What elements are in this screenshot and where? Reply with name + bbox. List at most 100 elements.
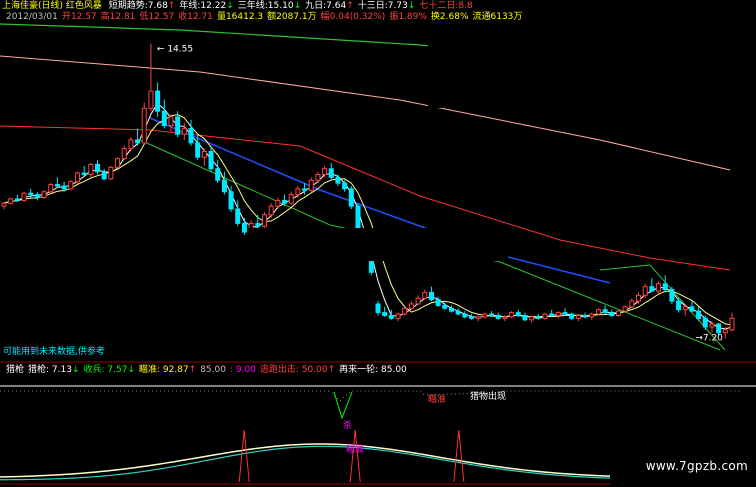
candle-body: [609, 312, 615, 316]
candle-body: [95, 163, 101, 173]
candle-body: [74, 172, 80, 183]
oscillator-peak: [349, 429, 361, 483]
candle-body: [388, 314, 394, 319]
indicator-header: 猎枪 猎枪: 7.13↓ 收兵: 7.57↓ 瞄准: 92.87↑ 85.00: 9.0…: [2, 365, 407, 376]
candle-body: [642, 286, 648, 296]
candle-body: [342, 182, 348, 190]
ind-row-value: 收兵: 7.57: [83, 365, 128, 375]
candle-body: [422, 291, 428, 299]
row1-item: 短期趋势:7.68↑: [109, 1, 176, 11]
chart-title: 上海佳豪(日线) 红色风暴: [2, 1, 102, 11]
row2-item: 振1.89%: [389, 12, 427, 22]
row2-value: 高12.81: [100, 12, 136, 22]
row1-value: 年线:12.22: [179, 1, 227, 11]
candle-body: [495, 314, 501, 319]
candle-body: [475, 316, 481, 319]
row2-item: 收12.71: [178, 12, 213, 22]
kill-label: 杀: [343, 419, 352, 431]
candle-body: [615, 310, 621, 316]
trend-arrow-icon: ↑: [327, 365, 336, 375]
candle-body: [8, 198, 14, 204]
candle-body: [188, 127, 194, 144]
row2-item: 流通6133万: [473, 12, 523, 22]
candle-body: [622, 306, 628, 312]
watermark: www.7gpzb.com: [645, 459, 748, 473]
candle-body: [589, 313, 595, 318]
trend-arrow-icon: ↑: [346, 1, 354, 11]
candle-body: [155, 90, 161, 112]
candle-body: [455, 310, 461, 315]
prey-label: 猎物出现: [470, 390, 506, 402]
candle-body: [555, 312, 561, 316]
trend-arrow-icon: ↓: [407, 1, 416, 11]
row2-value: 开12.57: [61, 12, 97, 22]
candle-body: [529, 316, 535, 321]
candle-body: [275, 199, 281, 207]
candle-body: [375, 303, 381, 314]
candle-body: [629, 300, 635, 308]
redaction-block-middle: [248, 228, 508, 261]
candle-body: [81, 172, 87, 175]
chart-header-row1: 上海佳豪(日线) 红色风暴 短期趋势:7.68↑ 年线:12.22↓ 三年线:15.…: [2, 1, 473, 12]
candle-body: [88, 163, 94, 175]
candle-body: [595, 309, 601, 315]
row2-value: 换2.68%: [430, 12, 469, 22]
row2-value: 低12.57: [139, 12, 175, 22]
row2-item: 开12.57: [62, 12, 97, 22]
oscillator-peak: [453, 429, 465, 483]
candle-body: [535, 316, 541, 319]
ind-row-item: 瞄准: 92.87↑: [139, 365, 196, 375]
candle-body: [549, 313, 555, 316]
candle-body: [261, 214, 267, 227]
candle-body: [562, 312, 568, 315]
ind-row-item: 再来一轮: 85.00: [339, 365, 407, 375]
candle-body: [696, 310, 702, 319]
trend-arrow-icon: ↓: [226, 1, 234, 11]
mid-aim-label: 瞄准: [346, 444, 364, 455]
candle-body: [322, 168, 328, 175]
candle-body: [335, 176, 341, 184]
row2-item: 额2087.1万: [267, 12, 317, 22]
candle-body: [702, 317, 708, 328]
row2-item: 高12.81: [101, 12, 136, 22]
high-price-label: ← 14.55: [157, 45, 193, 55]
ind-row-value: 再来一轮: 85.00: [339, 365, 407, 375]
ind-row-value: 逃跑出击: 50.00: [259, 365, 328, 375]
row1-item: 十三日:7.73↓: [358, 1, 416, 11]
candle-body: [208, 150, 214, 170]
candle-body: [282, 199, 288, 204]
candle-body: [656, 283, 662, 292]
candle-body: [729, 317, 735, 331]
trend-arrow-icon: ↑: [188, 365, 197, 375]
candle-body: [716, 323, 722, 334]
ind-row-item: 收兵: 7.57↓: [84, 365, 135, 375]
candle-body: [662, 283, 668, 291]
candle-body: [168, 116, 174, 127]
ind-row-value: : 9.00: [229, 365, 256, 375]
low-price-label: →7.20: [695, 333, 723, 343]
candle-body: [448, 307, 454, 312]
row1-value: 七十二日:8.8: [419, 1, 473, 11]
candle-body: [635, 294, 641, 302]
row1-value: 九日:7.64: [305, 1, 347, 11]
trend-arrow-icon: ↓: [71, 365, 80, 375]
candle-body: [21, 192, 27, 201]
redaction-block-top: [428, 22, 756, 108]
candle-body: [201, 150, 207, 158]
candle-body: [101, 171, 107, 180]
candle-body: [1, 202, 7, 207]
candle-body: [161, 110, 167, 127]
candle-body: [221, 179, 227, 193]
indicator-dotted-line: [0, 390, 740, 402]
candle-body: [509, 312, 515, 318]
candle-body: [722, 329, 728, 334]
candle-body: [295, 188, 301, 196]
row1-item: 七十二日:8.8: [419, 1, 472, 11]
row1-item: 年线:12.22↓: [179, 1, 233, 11]
candle-body: [115, 158, 121, 168]
candle-body: [575, 314, 581, 319]
candle-body: [121, 148, 127, 160]
kill-signal-line: [333, 391, 353, 420]
yearly-line-green: [0, 23, 431, 47]
candle-body: [68, 181, 74, 190]
